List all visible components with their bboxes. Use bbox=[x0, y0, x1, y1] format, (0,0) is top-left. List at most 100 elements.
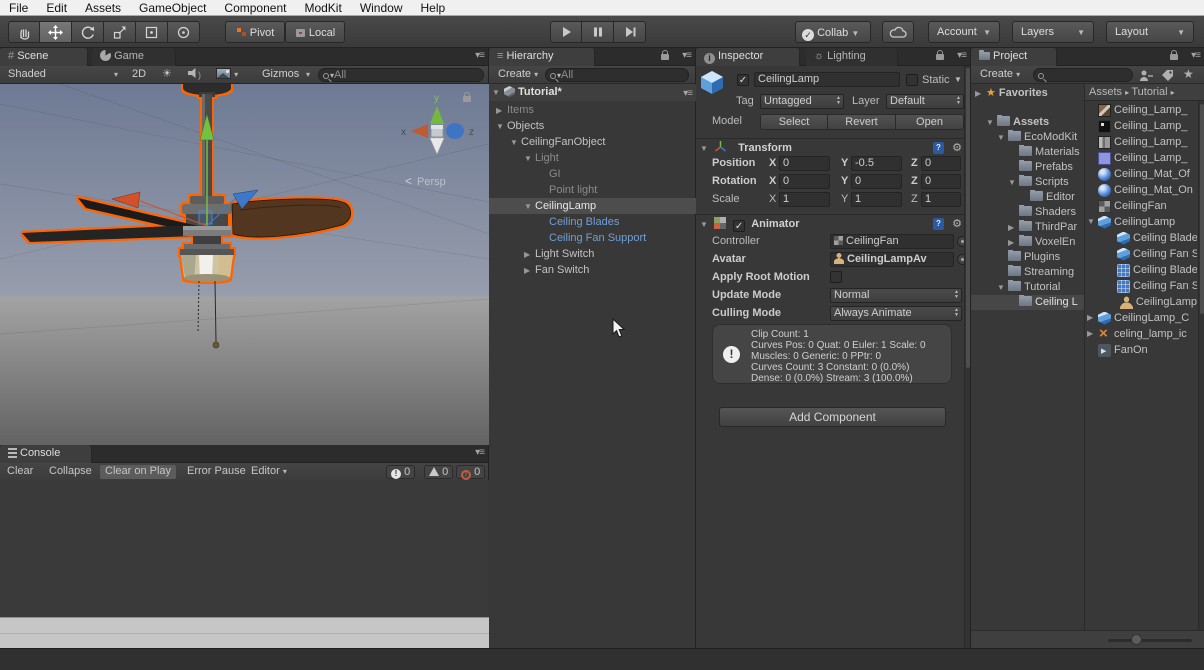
position-x-field[interactable]: 0 bbox=[779, 156, 830, 171]
project-tree-item-assets[interactable]: ▼Assets bbox=[971, 115, 1084, 130]
rect-tool-button[interactable] bbox=[136, 21, 168, 43]
hand-tool-button[interactable] bbox=[8, 21, 40, 43]
warning-count-toggle[interactable]: 0 bbox=[424, 465, 453, 479]
project-tree-item-shaders[interactable]: Shaders bbox=[971, 205, 1084, 220]
scene-search-input[interactable]: ▾All bbox=[318, 68, 484, 82]
tab-project[interactable]: Project bbox=[971, 48, 1057, 66]
menu-modkit[interactable]: ModKit bbox=[295, 0, 350, 16]
project-tree-item-prefabs[interactable]: Prefabs bbox=[971, 160, 1084, 175]
hierarchy-item-objects[interactable]: ▼Objects bbox=[489, 118, 696, 134]
step-button[interactable] bbox=[614, 21, 646, 43]
hierarchy-item-gi[interactable]: GI bbox=[489, 166, 696, 182]
create-dropdown[interactable]: Create ▾ bbox=[975, 68, 1025, 82]
scale-z-field[interactable]: 1 bbox=[921, 192, 961, 207]
project-tree-item-thirdpar[interactable]: ▶ThirdPar bbox=[971, 220, 1084, 235]
gizmo-x-arrow[interactable] bbox=[112, 192, 140, 208]
file-item-ceilinglamp[interactable]: ▼CeilingLamp bbox=[1085, 214, 1197, 230]
project-tree-item-tutorial[interactable]: ▼Tutorial bbox=[971, 280, 1084, 295]
layout-dropdown[interactable]: Layout▼ bbox=[1106, 21, 1194, 43]
pivot-toggle-button[interactable]: Pivot bbox=[225, 21, 285, 43]
project-tree-item-materials[interactable]: Materials bbox=[971, 145, 1084, 160]
file-item-ceiling-blade[interactable]: Ceiling Blade bbox=[1085, 262, 1197, 278]
draw-mode-dropdown[interactable]: Shaded▾ bbox=[4, 68, 122, 82]
layers-dropdown[interactable]: Layers▼ bbox=[1012, 21, 1094, 43]
thumbnail-slider-knob[interactable] bbox=[1131, 634, 1142, 645]
tab-hierarchy[interactable]: ≡ Hierarchy bbox=[489, 48, 595, 66]
gear-icon[interactable]: ⚙ bbox=[952, 142, 962, 154]
project-tree-item-streaming[interactable]: Streaming bbox=[971, 265, 1084, 280]
lock-icon[interactable] bbox=[661, 54, 669, 60]
menu-component[interactable]: Component bbox=[215, 0, 295, 16]
project-tree-item-ceiling-l[interactable]: Ceiling L bbox=[971, 295, 1084, 310]
position-z-field[interactable]: 0 bbox=[921, 156, 961, 171]
account-dropdown[interactable]: Account▼ bbox=[928, 21, 1000, 43]
tab-console[interactable]: Console bbox=[0, 445, 92, 463]
favorites-star-icon[interactable]: ★ bbox=[1183, 67, 1194, 81]
fold-arrow-icon[interactable]: ▶ bbox=[524, 263, 535, 278]
tab-game[interactable]: Game bbox=[92, 48, 176, 66]
axis-down-cone[interactable] bbox=[430, 138, 444, 154]
orientation-gizmo[interactable]: y x z bbox=[401, 93, 474, 154]
tab-lighting[interactable]: ☼ Lighting bbox=[806, 48, 898, 66]
scene-menu-icon[interactable]: ▾≡ bbox=[683, 85, 692, 102]
file-item-fanon[interactable]: FanOn bbox=[1085, 342, 1197, 358]
fold-arrow-icon[interactable]: ▼ bbox=[1008, 175, 1019, 190]
fold-arrow-icon[interactable]: ▶ bbox=[1008, 235, 1019, 250]
local-toggle-button[interactable]: Local bbox=[285, 21, 345, 43]
menu-gameobject[interactable]: GameObject bbox=[130, 0, 215, 16]
search-by-label-icon[interactable] bbox=[1161, 69, 1174, 81]
error-pause-button[interactable]: Error Pause bbox=[182, 465, 251, 479]
file-list-scrollbar[interactable] bbox=[1198, 101, 1204, 630]
static-dropdown-icon[interactable]: ▼ bbox=[954, 75, 962, 84]
console-detail-area[interactable] bbox=[0, 617, 489, 648]
help-icon[interactable]: ? bbox=[933, 142, 944, 154]
panel-menu-icon[interactable]: ▾≡ bbox=[475, 50, 484, 61]
collapse-button[interactable]: Collapse bbox=[44, 465, 97, 479]
menu-help[interactable]: Help bbox=[412, 0, 455, 16]
axis-x-cone[interactable] bbox=[411, 124, 428, 138]
menu-edit[interactable]: Edit bbox=[37, 0, 76, 16]
project-tree-item-ecomodkit[interactable]: ▼EcoModKit bbox=[971, 130, 1084, 145]
rotation-z-field[interactable]: 0 bbox=[921, 174, 961, 189]
fold-arrow-icon[interactable]: ▼ bbox=[510, 135, 521, 150]
project-tree-item-scripts[interactable]: ▼Scripts bbox=[971, 175, 1084, 190]
lighting-toggle-icon[interactable]: ☀ bbox=[158, 68, 176, 82]
fold-arrow-icon[interactable]: ▼ bbox=[997, 130, 1008, 145]
fold-arrow-icon[interactable]: ▶ bbox=[975, 86, 986, 101]
fold-arrow-icon[interactable]: ▼ bbox=[700, 216, 711, 234]
project-tree-item-voxelen[interactable]: ▶VoxelEn bbox=[971, 235, 1084, 250]
console-log-area[interactable] bbox=[0, 480, 489, 617]
file-item-ceilinglamp-c[interactable]: ▶CeilingLamp_C bbox=[1085, 310, 1197, 326]
rotate-tool-button[interactable] bbox=[72, 21, 104, 43]
hierarchy-item-ceiling-fan-support[interactable]: Ceiling Fan Support bbox=[489, 230, 696, 246]
tab-scene[interactable]: # Scene bbox=[0, 48, 88, 66]
menu-file[interactable]: File bbox=[0, 0, 37, 16]
move-tool-button[interactable] bbox=[40, 21, 72, 43]
fold-arrow-icon[interactable]: ▼ bbox=[524, 151, 535, 166]
project-tree-item-plugins[interactable]: Plugins bbox=[971, 250, 1084, 265]
file-item-ceiling-fan-s[interactable]: Ceiling Fan S bbox=[1085, 278, 1197, 294]
gameobject-name-field[interactable]: CeilingLamp bbox=[754, 72, 900, 87]
layer-dropdown[interactable]: Default▲ ▼ bbox=[886, 94, 964, 109]
file-item-ceilingfan[interactable]: CeilingFan bbox=[1085, 198, 1197, 214]
scale-y-field[interactable]: 1 bbox=[851, 192, 902, 207]
file-item-celing-lamp-ic[interactable]: ▶celing_lamp_ic bbox=[1085, 326, 1197, 342]
fold-arrow-icon[interactable]: ▼ bbox=[700, 140, 711, 158]
fold-arrow-icon[interactable]: ▼ bbox=[492, 84, 503, 101]
breadcrumb-current[interactable]: Tutorial bbox=[1131, 86, 1167, 98]
clear-button[interactable]: Clear bbox=[2, 465, 38, 479]
model-open-button[interactable]: Open bbox=[896, 114, 964, 130]
project-tree-item-favorites[interactable]: ▶★Favorites bbox=[971, 86, 1084, 101]
fold-arrow-icon[interactable]: ▼ bbox=[986, 115, 997, 130]
static-checkbox[interactable] bbox=[906, 74, 918, 86]
hierarchy-item-ceilingfanobject[interactable]: ▼CeilingFanObject bbox=[489, 134, 696, 150]
create-dropdown[interactable]: Create ▾ bbox=[493, 68, 543, 82]
collab-dropdown[interactable]: ✓ Collab ▼ bbox=[795, 21, 871, 43]
transform-header[interactable]: ▼ Transform ? ⚙ bbox=[696, 138, 970, 156]
fold-arrow-icon[interactable]: ▶ bbox=[524, 247, 535, 262]
file-item-ceiling-lamp[interactable]: Ceiling_Lamp_ bbox=[1085, 150, 1197, 166]
breadcrumb-root[interactable]: Assets bbox=[1085, 86, 1122, 98]
axis-z-cone[interactable] bbox=[446, 123, 464, 139]
add-component-button[interactable]: Add Component bbox=[719, 407, 946, 427]
persp-label[interactable]: Persp bbox=[417, 176, 446, 188]
